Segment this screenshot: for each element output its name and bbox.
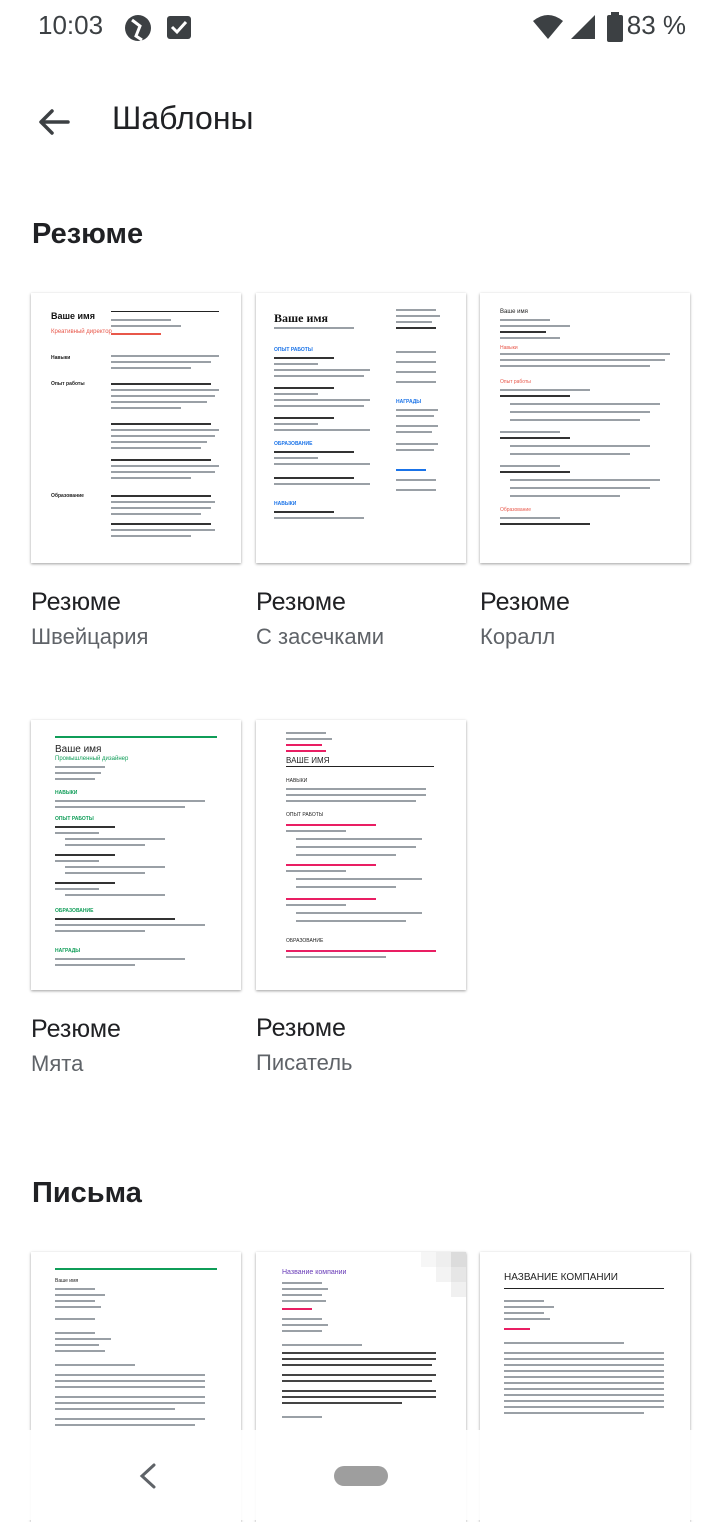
preview-name: ВАШЕ ИМЯ bbox=[286, 756, 330, 765]
preview-section: Образование bbox=[51, 493, 84, 499]
preview-section: Опыт работы bbox=[500, 379, 531, 385]
preview-role: Креативный директор bbox=[51, 329, 112, 335]
preview-company: НАЗВАНИЕ КОМПАНИИ bbox=[504, 1272, 618, 1283]
template-title[interactable]: Резюме bbox=[31, 588, 121, 617]
task-check-icon bbox=[167, 16, 191, 39]
preview-section: НАВЫКИ bbox=[286, 778, 308, 784]
template-card-swiss[interactable]: Ваше имя Креативный директор Навыки Опыт… bbox=[31, 293, 241, 563]
template-card-mint[interactable]: Ваше имя Промышленный дизайнер НАВЫКИ ОП… bbox=[31, 720, 241, 990]
preview-name: Ваше имя bbox=[51, 311, 95, 321]
preview-name: Ваше имя bbox=[274, 311, 329, 325]
back-arrow-icon[interactable] bbox=[30, 98, 78, 146]
preview-section: НАГРАДЫ bbox=[396, 399, 422, 405]
status-time: 10:03 bbox=[38, 10, 104, 40]
preview-section: Опыт работы bbox=[51, 381, 85, 387]
template-title[interactable]: Резюме bbox=[480, 588, 570, 617]
template-subtitle[interactable]: С засечками bbox=[256, 624, 384, 650]
preview-name: Ваше имя bbox=[500, 309, 528, 315]
preview-section: ОПЫТ РАБОТЫ bbox=[286, 812, 324, 818]
page-title: Шаблоны bbox=[112, 100, 254, 136]
app-bar: Шаблоны bbox=[0, 80, 720, 164]
template-subtitle[interactable]: Коралл bbox=[480, 624, 555, 650]
template-title[interactable]: Резюме bbox=[256, 1014, 346, 1043]
preview-section: ОПЫТ РАБОТЫ bbox=[55, 816, 94, 822]
preview-section: Образование bbox=[500, 507, 531, 513]
template-card-serif[interactable]: Ваше имя ОПЫТ РАБОТЫ ОБРАЗОВАНИЕ НАВЫКИ … bbox=[256, 293, 466, 563]
template-card-coral[interactable]: Ваше имя Навыки Опыт работы Образование bbox=[480, 293, 690, 563]
template-subtitle[interactable]: Писатель bbox=[256, 1050, 353, 1076]
signal-icon bbox=[571, 15, 595, 39]
template-card-writer[interactable]: ВАШЕ ИМЯ НАВЫКИ ОПЫТ РАБОТЫ ОБРАЗОВАНИЕ bbox=[256, 720, 466, 990]
template-title[interactable]: Резюме bbox=[31, 1015, 121, 1044]
preview-section: ОБРАЗОВАНИЕ bbox=[274, 441, 313, 447]
section-title-resume: Резюме bbox=[32, 218, 144, 250]
template-subtitle[interactable]: Швейцария bbox=[31, 624, 148, 650]
preview-section: Навыки bbox=[51, 355, 71, 361]
app-notification-icon bbox=[125, 15, 151, 42]
preview-name: Ваше имя bbox=[55, 744, 102, 755]
preview-section: НАВЫКИ bbox=[274, 501, 297, 507]
battery-icon bbox=[607, 12, 623, 42]
battery-percent: 83 % bbox=[626, 10, 686, 40]
corner-pattern-icon bbox=[421, 1252, 466, 1297]
preview-section: НАГРАДЫ bbox=[55, 948, 81, 954]
preview-company: Название компании bbox=[282, 1269, 347, 1276]
preview-section: ОПЫТ РАБОТЫ bbox=[274, 347, 313, 353]
section-title-letters: Письма bbox=[32, 1177, 142, 1209]
status-bar: 10:03 83 % bbox=[0, 0, 720, 56]
preview-section: ОБРАЗОВАНИЕ bbox=[286, 938, 324, 944]
template-title[interactable]: Резюме bbox=[256, 588, 346, 617]
wifi-icon bbox=[533, 15, 563, 39]
nav-back-icon[interactable] bbox=[136, 1462, 160, 1490]
home-pill[interactable] bbox=[334, 1466, 388, 1486]
template-subtitle[interactable]: Мята bbox=[31, 1051, 83, 1077]
preview-section: ОБРАЗОВАНИЕ bbox=[55, 908, 94, 914]
preview-section: НАВЫКИ bbox=[55, 790, 78, 796]
preview-section: Навыки bbox=[500, 345, 518, 351]
preview-role: Промышленный дизайнер bbox=[55, 756, 129, 762]
preview-name: Ваше имя bbox=[55, 1278, 79, 1284]
system-nav-bar bbox=[0, 1430, 720, 1520]
